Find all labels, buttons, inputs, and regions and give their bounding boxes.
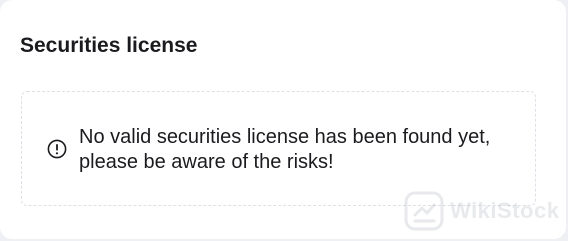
section-title: Securities license — [20, 34, 198, 57]
watermark-text: WikiStock — [450, 198, 560, 223]
watermark-logo-icon — [404, 191, 444, 231]
exclamation-circle-icon — [47, 139, 67, 159]
watermark: WikiStock — [404, 188, 564, 234]
securities-license-card: Securities license No valid securities l… — [0, 0, 566, 239]
notice-message: No valid securities license has been fou… — [79, 126, 491, 173]
